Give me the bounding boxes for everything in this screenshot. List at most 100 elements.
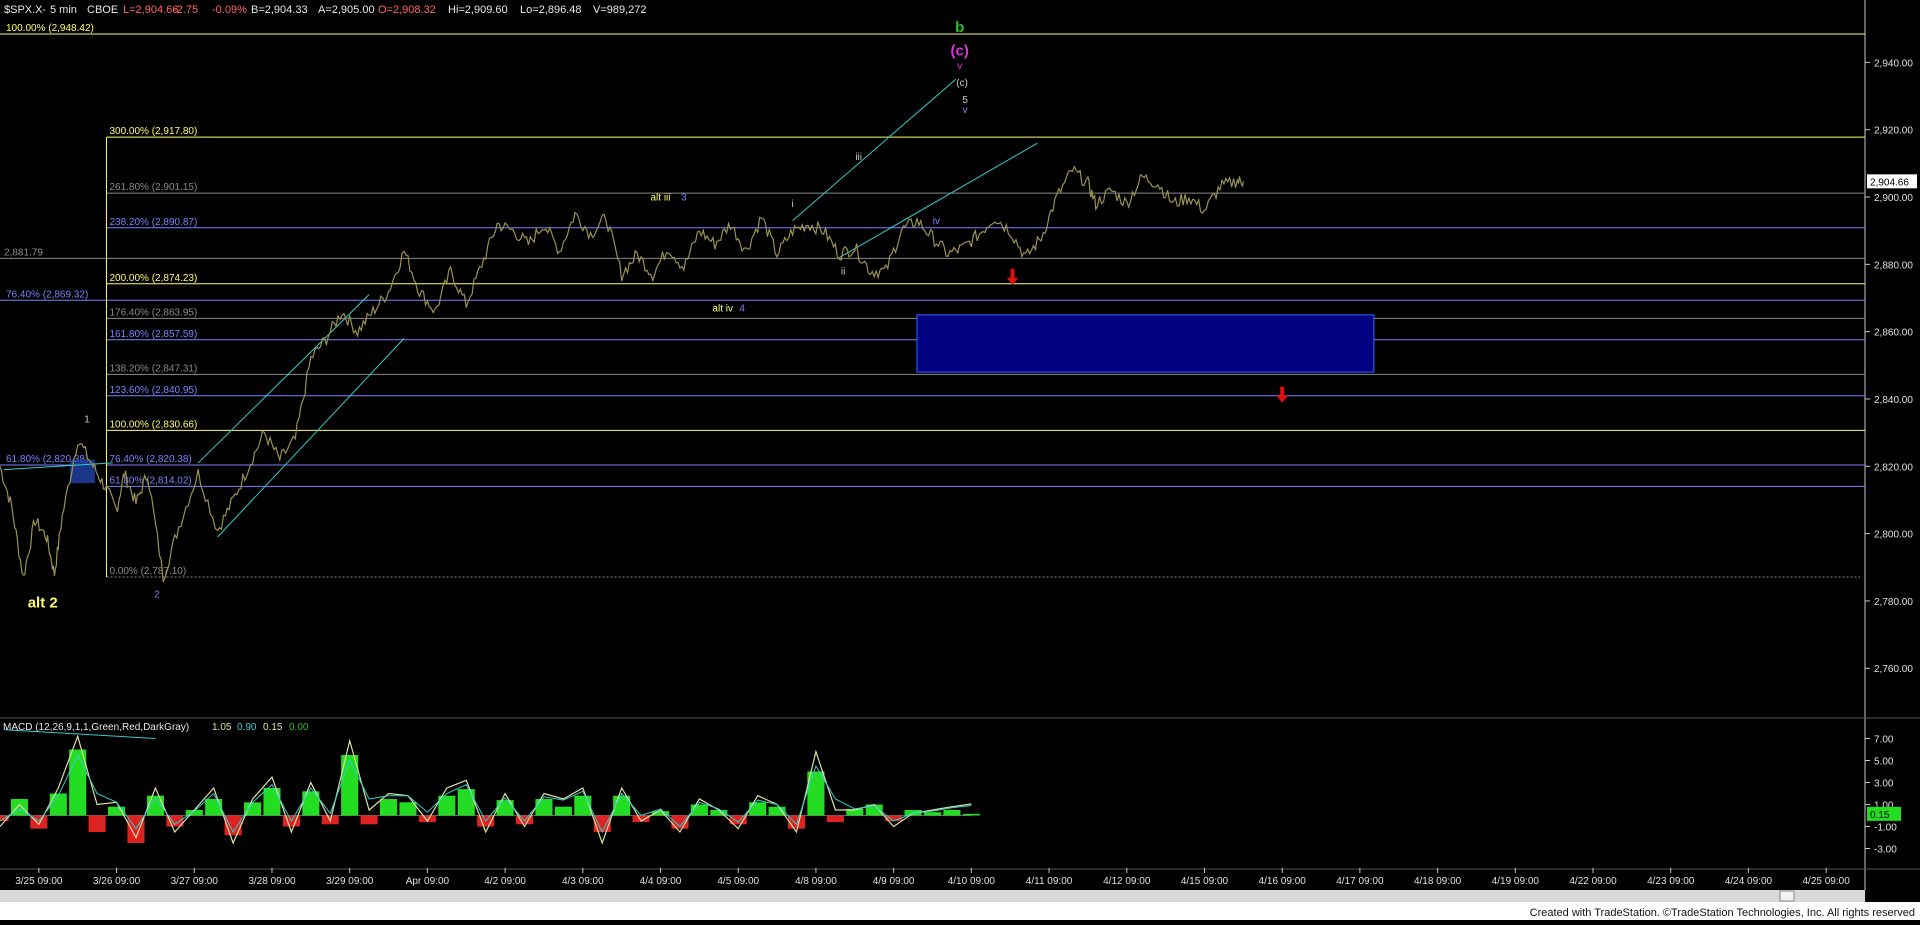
macd-histogram-bar (593, 815, 611, 832)
x-tick-label: 4/22 09:00 (1569, 876, 1617, 887)
fib-level-label: 176.40% (2,863.95) (109, 307, 197, 318)
x-tick-label: 3/26 09:00 (93, 876, 141, 887)
x-tick-label: 4/3 09:00 (562, 876, 604, 887)
scrollbar-track[interactable] (0, 890, 1865, 902)
header-symbol: $SPX.X (4, 4, 43, 16)
x-tick-label: 4/4 09:00 (640, 876, 682, 887)
wave-label: 3 (681, 192, 687, 203)
wave-label: i (792, 199, 794, 210)
wave-label: iv (933, 216, 940, 227)
macd-header: MACD (12,26,9,1,1,Green,Red,DarkGray) 1.… (3, 722, 309, 733)
macd-value-1: 1.05 (212, 722, 232, 733)
header-interval: 5 min (50, 4, 77, 16)
x-tick-label: 4/19 09:00 (1492, 876, 1540, 887)
x-tick-label: 4/25 09:00 (1803, 876, 1851, 887)
y-tick-label: 2,780.00 (1874, 597, 1913, 608)
price-chart[interactable]: $SPX.X - 5 min CBOE L=2,904.66 -2.75 -0.… (0, 0, 1920, 920)
wave-label: (c) (956, 78, 968, 89)
macd-histogram-bar (535, 799, 553, 816)
macd-histogram-bar (496, 800, 514, 816)
wave-label: v (963, 105, 968, 116)
macd-histogram-bar (49, 793, 67, 816)
fib-level-label: 76.40% (2,869.32) (6, 289, 88, 300)
x-tick-label: 4/16 09:00 (1259, 876, 1307, 887)
macd-histogram-bar (749, 802, 767, 816)
x-tick-label: 4/9 09:00 (873, 876, 915, 887)
x-tick-label: 3/28 09:00 (248, 876, 296, 887)
wave-label: alt 2 (28, 595, 58, 612)
macd-label: MACD (12,26,9,1,1,Green,Red,DarkGray) (3, 722, 189, 733)
macd-y-tick-label: -3.00 (1874, 845, 1897, 856)
macd-value-2: 0.90 (237, 722, 257, 733)
macd-histogram-bar (923, 812, 942, 816)
header-change: -2.75 (173, 4, 198, 16)
header-change-pct: -0.09% (212, 4, 247, 16)
y-tick-label: 2,820.00 (1874, 462, 1913, 473)
x-tick-label: 4/8 09:00 (795, 876, 837, 887)
fib-level-label: 261.80% (2,901.15) (109, 182, 197, 193)
wave-label: iii (855, 152, 862, 163)
macd-histogram-bar (943, 810, 961, 816)
header-open: O=2,908.32 (378, 4, 436, 16)
x-tick-label: 4/12 09:00 (1103, 876, 1151, 887)
macd-histogram-bar (205, 799, 223, 816)
x-tick-label: 4/15 09:00 (1181, 876, 1229, 887)
fib-level-label: 100.00% (2,948.42) (6, 23, 94, 34)
fib-level-label: 123.60% (2,840.95) (109, 385, 197, 396)
x-tick-label: 3/25 09:00 (15, 876, 63, 887)
x-tick-label: Apr 09:00 (406, 876, 450, 887)
target-support-box (916, 314, 1375, 373)
y-tick-label: 2,860.00 (1874, 328, 1913, 339)
fib-level-label: 161.80% (2,857.59) (109, 329, 197, 340)
x-tick-label: 4/2 09:00 (484, 876, 526, 887)
wave-label: 1 (84, 415, 90, 426)
header-volume: V=989,272 (593, 4, 647, 16)
macd-histogram-bar (826, 815, 844, 823)
fib-level-label: 2,881.79 (4, 247, 43, 258)
x-tick-label: 4/23 09:00 (1647, 876, 1695, 887)
header-separator-1: - (42, 4, 46, 16)
wave-label: 2 (154, 590, 160, 601)
x-tick-label: 4/5 09:00 (717, 876, 759, 887)
y-tick-label: 2,920.00 (1874, 126, 1913, 137)
x-tick-label: 3/27 09:00 (171, 876, 219, 887)
wave-label: alt iv (712, 303, 733, 314)
macd-y-tick-label: 3.00 (1874, 779, 1894, 790)
macd-histogram-bar (962, 813, 980, 816)
chart-window: $SPX.X - 5 min CBOE L=2,904.66 -2.75 -0.… (0, 0, 1920, 920)
fib-level-label: 300.00% (2,917.80) (109, 126, 197, 137)
x-tick-label: 4/24 09:00 (1725, 876, 1773, 887)
macd-histogram-bar (379, 799, 398, 816)
header-exchange: CBOE (87, 4, 118, 16)
macd-value-3: 0.15 (263, 722, 283, 733)
last-price-label: 2,904.66 (1870, 177, 1909, 188)
bottom-scrollbar[interactable] (0, 890, 1865, 902)
y-tick-label: 2,880.00 (1874, 260, 1913, 271)
macd-value-4: 0.00 (289, 722, 309, 733)
macd-histogram-bar (457, 789, 475, 816)
y-tick-label: 2,900.00 (1874, 193, 1913, 204)
x-tick-label: 4/18 09:00 (1414, 876, 1462, 887)
macd-y-tick-label: -1.00 (1874, 823, 1897, 834)
x-tick-label: 4/10 09:00 (948, 876, 996, 887)
x-tick-label: 4/17 09:00 (1336, 876, 1384, 887)
fib-level-label: 100.00% (2,830.66) (109, 419, 197, 430)
macd-histogram-bar (88, 815, 106, 832)
wave-label: b (955, 19, 964, 36)
chart-background (0, 0, 1920, 920)
wave-label: 4 (739, 303, 745, 314)
x-tick-label: 4/11 09:00 (1026, 876, 1073, 887)
wave-label: alt iii (651, 192, 671, 203)
header-ask: A=2,905.00 (318, 4, 375, 16)
fib-level-label: 76.40% (2,820.38) (109, 454, 191, 465)
fib-level-label: 238.20% (2,890.87) (109, 217, 197, 228)
wave-label: ii (841, 266, 845, 277)
x-tick-label: 3/29 09:00 (326, 876, 374, 887)
scrollbar-thumb[interactable] (1779, 890, 1795, 902)
macd-histogram-bar (554, 806, 572, 816)
y-tick-label: 2,840.00 (1874, 395, 1913, 406)
macd-histogram-bar (787, 815, 806, 829)
y-tick-label: 2,760.00 (1874, 664, 1913, 675)
macd-histogram-bar (360, 815, 378, 825)
header-last: L=2,904.66 (123, 4, 178, 16)
